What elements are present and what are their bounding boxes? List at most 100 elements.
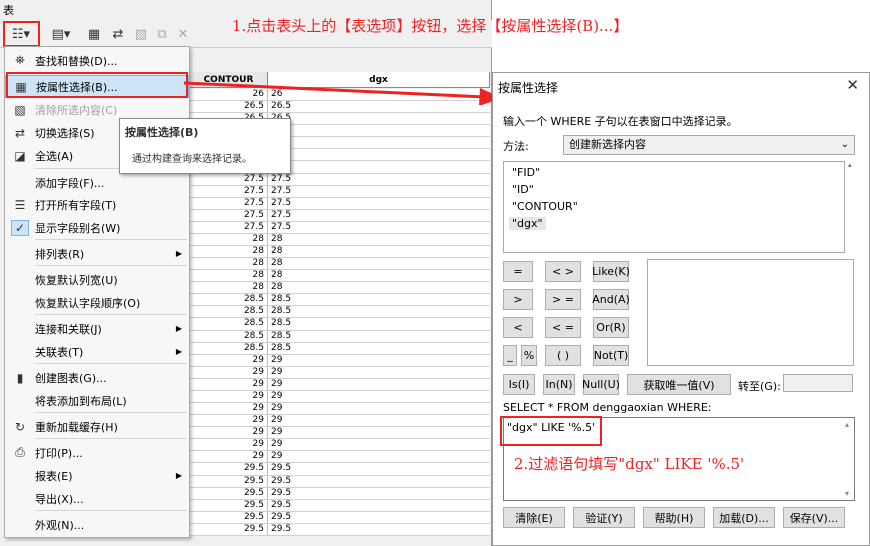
menu-item[interactable]: ⛯ 查找和替换(D)... (5, 49, 189, 72)
select-by-attributes-tool[interactable]: ▦ (84, 24, 104, 44)
goto-input[interactable] (783, 374, 853, 392)
operator-less-equal-button[interactable]: < = (545, 317, 581, 338)
operator-not-equal-button[interactable]: < > (545, 261, 581, 282)
submenu-arrow-icon: ▶ (175, 471, 182, 480)
check-icon: ✓ (11, 219, 29, 236)
field-list-scroll-icon[interactable]: ▴ (848, 161, 852, 169)
menu-item[interactable]: ▮ 创建图表(G)... (5, 366, 189, 389)
menu-item[interactable]: 恢复默认字段顺序(O) (5, 291, 189, 314)
table-row[interactable]: 28 28 (190, 246, 490, 259)
menu-item[interactable]: ⎙ 打印(P)... (5, 441, 189, 464)
operator-equal-button[interactable]: = (503, 261, 533, 282)
operator-greater-button[interactable]: > (503, 289, 533, 310)
null-button[interactable]: Null(U) (582, 374, 620, 395)
table-row[interactable]: 28 28 (190, 258, 490, 271)
table-row[interactable]: 29 29 (190, 439, 490, 452)
cell-dgx: 27.5 (271, 173, 292, 184)
menu-item[interactable]: 外观(N)... (5, 513, 189, 536)
clear-button[interactable]: 清除(E) (503, 507, 565, 528)
table-row[interactable]: 29.5 29.5 (190, 523, 490, 536)
menu-item[interactable]: ✓ 显示字段别名(W) (5, 216, 189, 239)
table-row[interactable]: 29.5 29.5 (190, 475, 490, 488)
cell-contour: 28.5 (190, 330, 268, 342)
table-options-button[interactable]: ☷▾ (6, 24, 36, 44)
menu-item[interactable]: 排列表(R) ▶ (5, 242, 189, 265)
method-select[interactable]: 创建新选择内容 ⌄ (563, 135, 855, 155)
menu-item[interactable]: 添加字段(F)... (5, 171, 189, 194)
menu-item[interactable]: 导出(X)... (5, 487, 189, 510)
get-unique-values-button[interactable]: 获取唯一值(V) (627, 374, 731, 395)
cell-contour: 28 (190, 282, 268, 294)
operator-less-button[interactable]: < (503, 317, 533, 338)
table-row[interactable]: 29 29 (190, 354, 490, 367)
table-row[interactable]: 28 28 (190, 282, 490, 295)
table-row[interactable]: 27.5 27.5 (190, 185, 490, 198)
table-row[interactable]: 29 29 (190, 451, 490, 464)
table-row[interactable]: 29.5 29.5 (190, 463, 490, 476)
operator-or-button[interactable]: Or(R) (593, 317, 629, 338)
table-row[interactable]: 27.5 27.5 (190, 209, 490, 222)
menu-item[interactable]: ↻ 重新加载缓存(H) (5, 415, 189, 438)
table-row[interactable]: 29 29 (190, 366, 490, 379)
unique-values-list[interactable] (647, 259, 854, 366)
table-row[interactable]: 29.5 29.5 (190, 499, 490, 512)
cell-contour: 29 (190, 354, 268, 366)
table-row[interactable]: 28.5 28.5 (190, 342, 490, 355)
save-button[interactable]: 保存(V)... (783, 507, 845, 528)
table-row[interactable]: 28.5 28.5 (190, 306, 490, 319)
load-button[interactable]: 加载(D)... (713, 507, 775, 528)
table-row[interactable]: 28.5 28.5 (190, 330, 490, 343)
menu-item[interactable]: ☰ 打开所有字段(T) (5, 193, 189, 216)
related-tables-button[interactable]: ▤▾ (46, 24, 76, 44)
table-row[interactable]: 28.5 28.5 (190, 318, 490, 331)
scroll-down-icon[interactable]: ▾ (845, 489, 849, 498)
table-row[interactable]: 29 29 (190, 427, 490, 440)
where-clause-scrollbar[interactable]: ▴ ▾ (842, 418, 855, 500)
menu-item[interactable]: 将表添加到布局(L) (5, 389, 189, 412)
clear-selection-tool[interactable]: ▧ (132, 24, 150, 44)
operator-and-button[interactable]: And(A) (592, 289, 630, 310)
field-item[interactable]: "CONTOUR" (509, 200, 581, 213)
field-item[interactable]: "ID" (509, 183, 537, 196)
table-row[interactable]: 27.5 27.5 (190, 197, 490, 210)
help-button[interactable]: 帮助(H) (643, 507, 705, 528)
verify-button[interactable]: 验证(Y) (573, 507, 635, 528)
table-row[interactable]: 28.5 28.5 (190, 294, 490, 307)
menu-item-label: 创建图表(G)... (35, 371, 107, 385)
menu-item[interactable]: 恢复默认列宽(U) (5, 268, 189, 291)
scroll-up-icon[interactable]: ▴ (845, 420, 849, 429)
in-button[interactable]: In(N) (543, 374, 575, 395)
is-button[interactable]: Is(I) (503, 374, 535, 395)
table-row[interactable]: 29 29 (190, 378, 490, 391)
table-row[interactable]: 27.5 27.5 (190, 221, 490, 234)
table-row[interactable]: 28 28 (190, 233, 490, 247)
field-list[interactable]: "FID" "ID" "CONTOUR" "dgx" (503, 161, 845, 253)
operator-percent-button[interactable]: % (521, 345, 537, 366)
table-row[interactable]: 29.5 29.5 (190, 487, 490, 500)
menu-item[interactable]: 关联表(T) ▶ (5, 340, 189, 363)
dialog-close-icon[interactable]: ✕ (846, 76, 859, 94)
menu-item[interactable]: 连接和关联(J) ▶ (5, 317, 189, 340)
cell-dgx: 29 (271, 403, 283, 414)
field-item[interactable]: "FID" (509, 166, 543, 179)
menu-item[interactable]: 报表(E) ▶ (5, 464, 189, 487)
table-row[interactable]: 29 29 (190, 390, 490, 404)
cell-contour: 29 (190, 403, 268, 415)
table-row[interactable]: 29 29 (190, 403, 490, 416)
switch-selection-tool[interactable]: ⇄ (108, 24, 128, 44)
operator-like-button[interactable]: Like(K) (592, 261, 630, 282)
operator-parentheses-button[interactable]: ( ) (545, 345, 581, 366)
menu-item[interactable]: ▦ 按属性选择(B)... (5, 75, 189, 98)
table-row[interactable]: 28 28 (190, 270, 490, 283)
operator-not-button[interactable]: Not(T) (593, 345, 629, 366)
table-row[interactable]: 29.5 29.5 (190, 511, 490, 524)
delete-tool[interactable]: ✕ (174, 24, 192, 44)
annotation-arrow (183, 81, 502, 105)
table-row[interactable]: 29 29 (190, 415, 490, 428)
field-item[interactable]: "dgx" (509, 217, 546, 230)
delete-selected-tool[interactable]: ⧉ (153, 24, 171, 44)
cell-dgx: 29 (271, 354, 283, 365)
table-row[interactable]: 27.5 27.5 (190, 173, 490, 186)
operator-greater-equal-button[interactable]: > = (545, 289, 581, 310)
operator-underscore-button[interactable]: _ (503, 345, 517, 366)
